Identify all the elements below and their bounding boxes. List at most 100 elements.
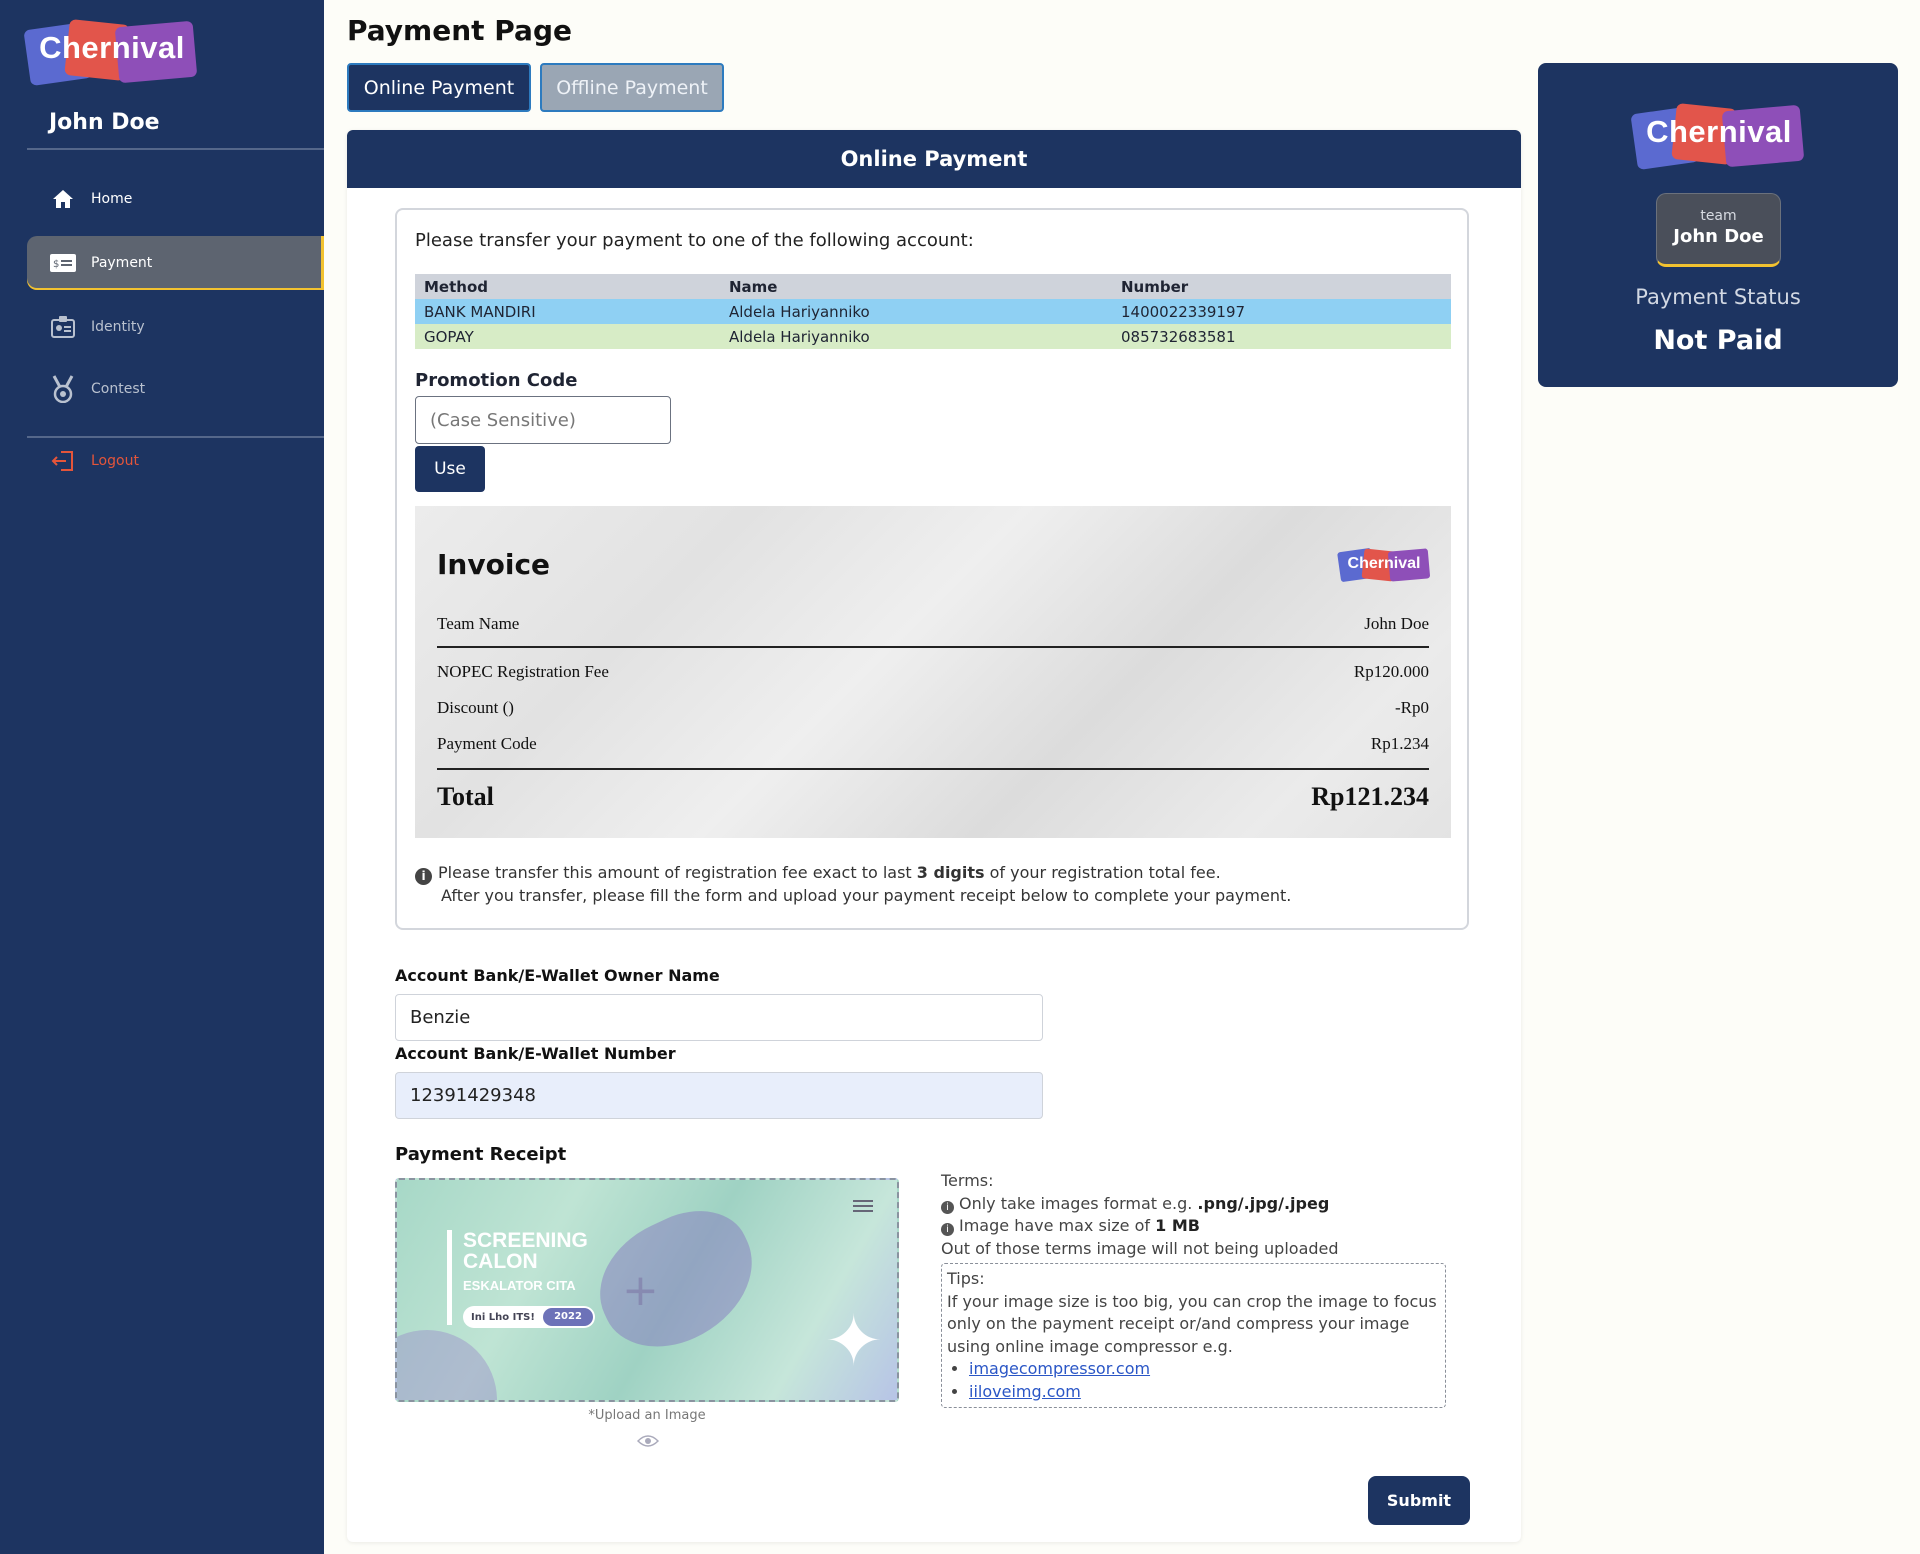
invoice-brand-logo: Chernival: [1337, 547, 1431, 583]
table-cell: GOPAY: [415, 324, 720, 349]
invoice-payment-code-row: Payment Code Rp1.234: [437, 734, 1429, 754]
status-brand-logo: Chernival: [1630, 103, 1805, 171]
logout-icon: [49, 447, 77, 475]
payment-status-card: Chernival team John Doe Payment Status N…: [1538, 63, 1898, 387]
sidebar-item-label: Payment: [91, 255, 153, 271]
payment-status-value: Not Paid: [1653, 325, 1783, 356]
invoice-fee-row: NOPEC Registration Fee Rp120.000: [437, 662, 1429, 682]
accounts-table: Method Name Number BANK MANDIRI Aldela H…: [415, 274, 1451, 349]
invoice-team-row: Team Name John Doe: [437, 614, 1429, 634]
page-title: Payment Page: [347, 14, 572, 47]
use-promo-button[interactable]: Use: [415, 446, 485, 492]
sidebar-item-payment[interactable]: $ Payment: [27, 236, 324, 290]
sidebar-item-logout[interactable]: Logout: [27, 434, 324, 488]
brand-logo[interactable]: Chernival: [23, 19, 198, 87]
invoice-value: Rp1.234: [1370, 734, 1429, 753]
invoice-discount-row: Discount () -Rp0: [437, 698, 1429, 718]
sidebar-item-label: Identity: [91, 319, 145, 335]
info-icon: i: [941, 1223, 954, 1236]
table-cell: 1400022339197: [1112, 299, 1451, 324]
tab-offline-payment[interactable]: Offline Payment: [540, 63, 724, 112]
invoice-total-label: Total: [437, 782, 494, 811]
invoice-value: John Doe: [1364, 614, 1429, 633]
tab-online-payment[interactable]: Online Payment: [347, 63, 531, 112]
card-header: Online Payment: [347, 130, 1521, 188]
invoice-label: NOPEC Registration Fee: [437, 662, 609, 681]
imagecompressor-link[interactable]: imagecompressor.com: [969, 1359, 1150, 1378]
invoice-brand-logo-text: Chernival: [1347, 555, 1421, 572]
invoice-value: -Rp0: [1395, 698, 1429, 717]
table-cell: 085732683581: [1112, 324, 1451, 349]
sidebar-item-label: Contest: [91, 381, 146, 397]
sidebar-item-home[interactable]: Home: [27, 172, 324, 226]
transfer-intro: Please transfer your payment to one of t…: [415, 230, 974, 251]
brand-logo-text: Chernival: [39, 30, 185, 65]
plus-icon: +: [622, 1265, 659, 1316]
note-text: of your registration total fee.: [984, 863, 1221, 882]
sparkle-icon: ✦: [824, 1300, 883, 1382]
sidebar-item-identity[interactable]: Identity: [27, 300, 324, 354]
logout-label: Logout: [91, 453, 139, 469]
receipt-preview-title: SCREENING CALON: [463, 1229, 588, 1273]
invoice-divider: [437, 768, 1429, 770]
transfer-info-panel: Please transfer your payment to one of t…: [395, 208, 1469, 930]
invoice-value: Rp120.000: [1353, 662, 1429, 681]
owner-name-label: Account Bank/E-Wallet Owner Name: [395, 966, 720, 985]
transfer-note: i Please transfer this amount of registra…: [415, 862, 1291, 907]
owner-name-input[interactable]: [395, 994, 1043, 1041]
sidebar-divider: [27, 148, 324, 150]
invoice-label: Discount (): [437, 698, 514, 717]
upload-tips: Tips: If your image size is too big, you…: [941, 1263, 1446, 1408]
column-header: Number: [1112, 274, 1451, 299]
payment-status-label: Payment Status: [1635, 285, 1801, 309]
invoice-title: Invoice: [437, 548, 551, 581]
menu-icon: [853, 1200, 873, 1215]
promo-code-input[interactable]: [415, 396, 671, 444]
invoice: Invoice Chernival Team Name John Doe NOP…: [415, 506, 1451, 838]
upload-caption: *Upload an Image: [588, 1408, 706, 1423]
medal-icon: [49, 375, 77, 403]
invoice-divider: [437, 646, 1429, 648]
sidebar-item-label: Home: [91, 191, 133, 207]
sidebar: Chernival John Doe Home $ Payment Identi…: [0, 0, 324, 1554]
id-card-icon: [49, 313, 77, 341]
tips-heading: Tips:: [947, 1269, 985, 1288]
payment-receipt-label: Payment Receipt: [395, 1144, 567, 1165]
terms-heading: Terms:: [941, 1171, 994, 1190]
info-icon: i: [941, 1200, 954, 1214]
submit-button[interactable]: Submit: [1368, 1476, 1470, 1525]
team-badge-name: John Doe: [1673, 226, 1764, 247]
sidebar-user-name: John Doe: [49, 110, 160, 135]
team-badge: team John Doe: [1656, 193, 1781, 267]
note-bold: 3 digits: [916, 863, 985, 882]
table-row: GOPAY Aldela Hariyanniko 085732683581: [415, 324, 1451, 349]
payment-card-icon: $: [49, 249, 77, 277]
invoice-total-value: Rp121.234: [1311, 782, 1429, 811]
invoice-total-row: Total Rp121.234: [437, 782, 1429, 812]
status-brand-logo-text: Chernival: [1646, 114, 1792, 149]
receipt-upload-dropzone[interactable]: SCREENING CALON ESKALATOR CITA Ini Lho I…: [395, 1178, 899, 1402]
eye-icon[interactable]: [637, 1434, 659, 1448]
svg-text:$: $: [53, 259, 59, 270]
sidebar-item-contest[interactable]: Contest: [27, 362, 324, 416]
column-header: Method: [415, 274, 720, 299]
upload-terms: Terms: i Only take images format e.g. .pn…: [941, 1170, 1339, 1260]
tips-body: If your image size is too big, you can c…: [947, 1291, 1437, 1356]
table-cell: Aldela Hariyanniko: [720, 324, 1112, 349]
account-number-input[interactable]: [395, 1072, 1043, 1119]
table-cell: BANK MANDIRI: [415, 299, 720, 324]
column-header: Name: [720, 274, 1112, 299]
note-line2: After you transfer, please fill the form…: [441, 886, 1292, 905]
invoice-label: Team Name: [437, 614, 520, 633]
team-badge-label: team: [1700, 208, 1737, 224]
receipt-preview-pill: Ini Lho ITS! 2022: [463, 1306, 595, 1328]
note-text: Please transfer this amount of registrat…: [438, 863, 917, 882]
home-icon: [49, 185, 77, 213]
info-icon: i: [415, 868, 432, 885]
table-row: BANK MANDIRI Aldela Hariyanniko 14000223…: [415, 299, 1451, 324]
terms-warning: Out of those terms image will not being …: [941, 1238, 1339, 1258]
table-cell: Aldela Hariyanniko: [720, 299, 1112, 324]
receipt-preview-subtitle: ESKALATOR CITA: [463, 1278, 576, 1293]
iloveimg-link[interactable]: iiloveimg.com: [969, 1382, 1081, 1401]
online-payment-card: Online Payment Please transfer your paym…: [347, 130, 1521, 1542]
